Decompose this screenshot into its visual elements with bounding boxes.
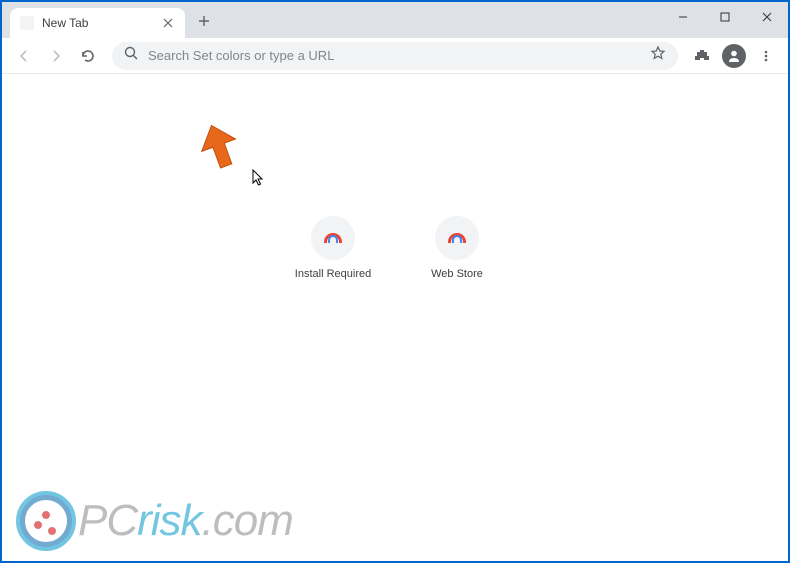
rainbow-icon (324, 233, 342, 243)
forward-button[interactable] (42, 42, 70, 70)
menu-icon[interactable] (752, 42, 780, 70)
minimize-button[interactable] (662, 2, 704, 32)
bookmark-star-icon[interactable] (650, 45, 666, 66)
shortcut-icon (435, 216, 479, 260)
omnibox[interactable] (112, 42, 678, 70)
watermark-text: PC (78, 496, 137, 545)
watermark-text: .com (202, 496, 293, 545)
search-icon (124, 46, 138, 65)
rainbow-icon (448, 233, 466, 243)
new-tab-button[interactable] (191, 8, 217, 34)
close-window-button[interactable] (746, 2, 788, 32)
back-button[interactable] (10, 42, 38, 70)
watermark-logo-icon (16, 491, 76, 551)
shortcuts-row: Install Required Web Store (289, 216, 501, 280)
pointer-arrow-overlay (190, 119, 250, 179)
title-bar: New Tab (2, 2, 788, 38)
toolbar (2, 38, 788, 74)
watermark-text: risk (137, 496, 201, 545)
reload-button[interactable] (74, 42, 102, 70)
maximize-button[interactable] (704, 2, 746, 32)
tab-title: New Tab (42, 16, 161, 30)
watermark: PCrisk.com (16, 491, 293, 551)
window-controls (662, 2, 788, 32)
address-input[interactable] (148, 48, 650, 63)
shortcut-label: Web Store (431, 268, 483, 280)
shortcut-install-required[interactable]: Install Required (289, 216, 377, 280)
profile-avatar[interactable] (720, 42, 748, 70)
cursor-icon (252, 169, 266, 187)
new-tab-content: Install Required Web Store PCrisk.com (2, 74, 788, 561)
extensions-icon[interactable] (688, 42, 716, 70)
browser-tab[interactable]: New Tab (10, 8, 185, 38)
shortcut-web-store[interactable]: Web Store (413, 216, 501, 280)
close-tab-icon[interactable] (161, 16, 175, 30)
tab-favicon (20, 16, 34, 30)
shortcut-icon (311, 216, 355, 260)
shortcut-label: Install Required (295, 268, 371, 280)
